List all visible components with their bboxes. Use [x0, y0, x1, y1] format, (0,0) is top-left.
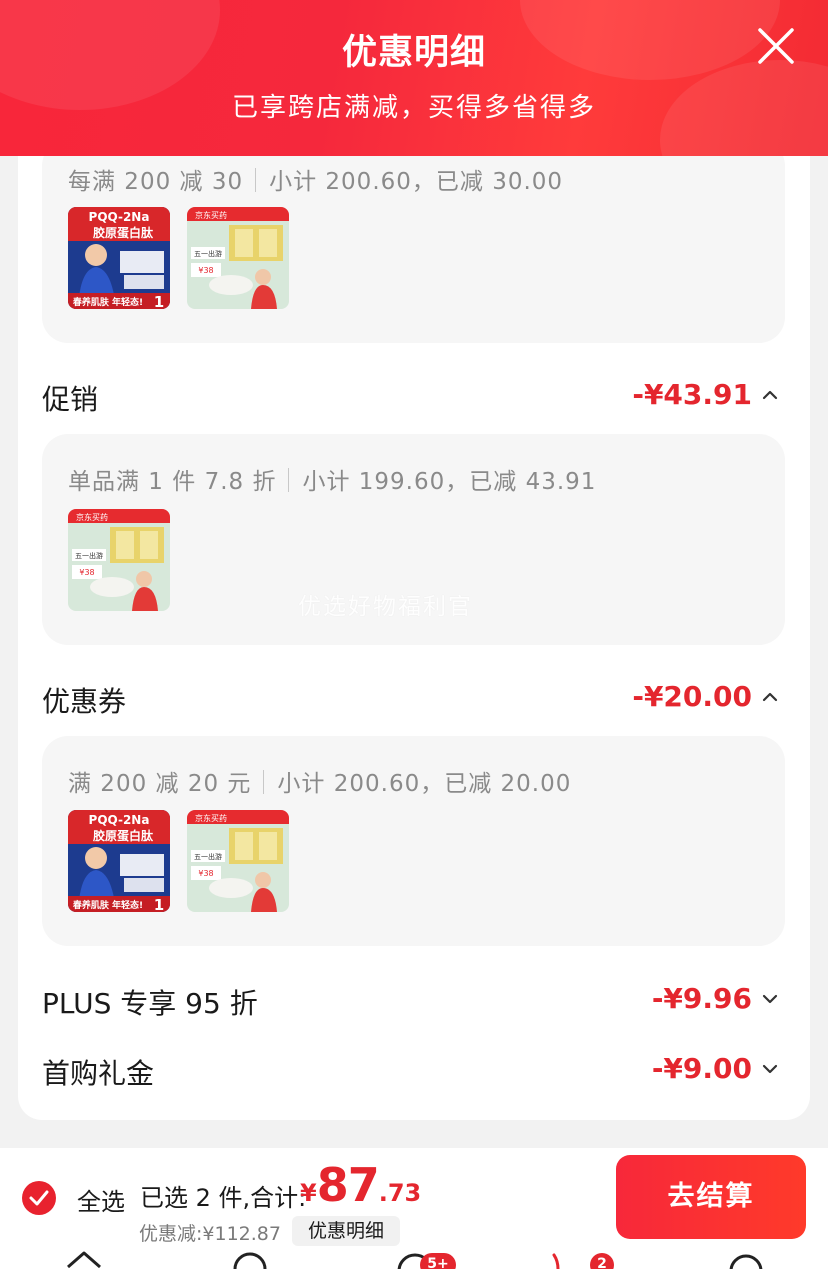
category-icon[interactable] [228, 1245, 272, 1269]
coupon-amount: -¥20.00 [632, 680, 752, 713]
promotion-label: 促销 [42, 383, 99, 416]
coupon-rule: 满 200 减 20 元小计 200.60，已减 20.00 [68, 764, 571, 798]
collagen-banner: 春养肌肤 年轻态! [72, 899, 143, 911]
discount-total: 优惠减:¥112.87 [139, 1223, 281, 1245]
divider [263, 770, 265, 794]
summary-text: 小计 199.60，已减 43.91 [302, 469, 597, 495]
currency-symbol: ¥ [300, 1179, 317, 1207]
milk-price: ¥38 [198, 266, 213, 275]
header-banner: 优惠明细 已享跨店满减，买得多省得多 [0, 0, 828, 156]
collagen-num: 1 [154, 293, 164, 309]
close-icon[interactable] [754, 24, 798, 68]
total-price: ¥87.73 [300, 1158, 421, 1212]
discount-detail-button[interactable]: 优惠明细 [292, 1216, 400, 1246]
product-thumb-milk[interactable]: 京东买药 五一出游 ¥38 [187, 207, 289, 309]
first-purchase-gift-row[interactable]: 首购礼金 -¥9.00 [42, 1048, 792, 1092]
milk-brand: 京东买药 [195, 210, 227, 220]
product-thumb-milk[interactable]: 京东买药 五一出游 ¥38 [187, 810, 289, 912]
collagen-banner: 春养肌肤 年轻态! [72, 296, 143, 308]
summary-text: 小计 200.60，已减 20.00 [277, 771, 572, 797]
watermark-text: 优选好物福利官 [298, 594, 473, 620]
total-integer: 87 [316, 1158, 380, 1212]
plus-label: PLUS 专享 95 折 [42, 987, 258, 1020]
divider [288, 468, 290, 492]
selected-count: 已选 2 件,合计: [140, 1184, 307, 1212]
cross-store-rule: 每满 200 减 30 小计 200.60，已减 30.00 [68, 162, 563, 196]
first-gift-label: 首购礼金 [42, 1057, 155, 1090]
chevron-up-icon[interactable] [760, 382, 780, 406]
page-title: 优惠明细 [341, 33, 486, 73]
check-icon [29, 1190, 49, 1206]
milk-price: ¥38 [79, 568, 94, 577]
collagen-line1: PQQ-2Na [89, 210, 150, 224]
total-decimal: .73 [378, 1179, 422, 1207]
coupon-detail-box: 满 200 减 20 元小计 200.60，已减 20.00 PQQ-2Na 胶… [42, 736, 785, 946]
cross-store-detail-box: 每满 200 减 30 小计 200.60，已减 30.00 PQQ-2Na 胶原… [42, 140, 785, 343]
milk-tag: 五一出游 [75, 551, 103, 560]
collagen-num: 1 [154, 896, 164, 912]
chevron-down-icon[interactable] [760, 986, 780, 1010]
home-icon[interactable] [62, 1245, 106, 1269]
promotion-rule: 单品满 1 件 7.8 折小计 199.60，已减 43.91 [68, 462, 596, 496]
milk-brand: 京东买药 [195, 813, 227, 823]
rule-text: 满 200 减 20 元 [68, 771, 252, 797]
collagen-line2: 胶原蛋白肽 [93, 828, 154, 843]
milk-price: ¥38 [198, 869, 213, 878]
coupon-label: 优惠券 [42, 685, 127, 718]
product-thumb-collagen[interactable]: PQQ-2Na 胶原蛋白肽 春养肌肤 年轻态! 1 [68, 810, 170, 912]
checkout-button[interactable]: 去结算 [616, 1155, 806, 1239]
chevron-up-icon[interactable] [760, 684, 780, 708]
cart-icon[interactable] [540, 1245, 584, 1269]
summary-text: 小计 200.60，已减 30.00 [269, 169, 564, 195]
milk-brand: 京东买药 [76, 512, 108, 522]
plus-discount-row[interactable]: PLUS 专享 95 折 -¥9.96 [42, 978, 792, 1022]
page-subtitle: 已享跨店满减，买得多省得多 [231, 93, 596, 123]
rule-text: 单品满 1 件 7.8 折 [68, 469, 277, 495]
profile-icon[interactable] [724, 1245, 768, 1269]
rule-text: 每满 200 减 30 [68, 169, 244, 195]
collagen-line1: PQQ-2Na [89, 813, 150, 827]
promotion-row[interactable]: 促销 -¥43.91 [42, 374, 792, 418]
milk-tag: 五一出游 [194, 249, 222, 258]
divider [255, 168, 257, 192]
collagen-line2: 胶原蛋白肽 [93, 225, 154, 240]
message-badge: 5+ [420, 1253, 456, 1269]
promotion-amount: -¥43.91 [632, 378, 752, 411]
select-all-label[interactable]: 全选 [77, 1182, 125, 1217]
coupon-row[interactable]: 优惠券 -¥20.00 [42, 676, 792, 720]
chevron-down-icon[interactable] [760, 1056, 780, 1080]
plus-amount: -¥9.96 [651, 982, 752, 1015]
select-all-checkbox[interactable] [22, 1181, 56, 1215]
product-thumb-collagen[interactable]: PQQ-2Na 胶原蛋白肽 春养肌肤 年轻态! 1 [68, 207, 170, 309]
first-gift-amount: -¥9.00 [651, 1052, 752, 1085]
milk-tag: 五一出游 [194, 852, 222, 861]
product-thumb-milk[interactable]: 京东买药 五一出游 ¥38 [68, 509, 170, 611]
